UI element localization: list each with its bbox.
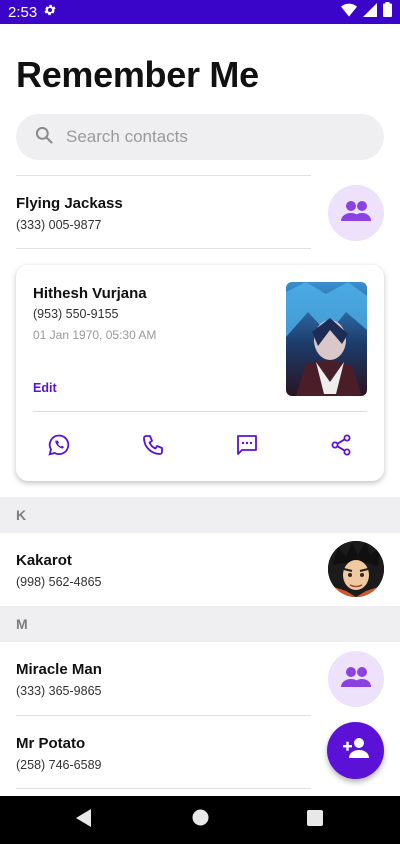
- share-icon: [329, 433, 353, 462]
- nav-recents-button[interactable]: [303, 808, 327, 832]
- settings-gear-icon: [43, 3, 57, 21]
- contact-phone: (998) 562-4865: [16, 575, 102, 589]
- contact-name: Miracle Man: [16, 661, 102, 678]
- message-icon: [235, 433, 259, 462]
- add-contact-button[interactable]: [327, 722, 384, 779]
- list-divider: [16, 788, 311, 789]
- section-header-k: K: [0, 497, 400, 533]
- status-left: 2:53: [8, 3, 57, 21]
- group-icon: [340, 200, 372, 227]
- wifi-icon: [341, 3, 357, 22]
- message-button[interactable]: [229, 429, 265, 465]
- add-person-icon: [342, 737, 369, 764]
- recents-square-icon: [307, 809, 323, 831]
- list-divider: [16, 248, 311, 249]
- card-contact-phone: (953) 550-9155: [33, 307, 119, 321]
- card-contact-name: Hithesh Vurjana: [33, 285, 147, 302]
- contact-avatar: [328, 651, 384, 707]
- contact-phone: (333) 005-9877: [16, 218, 102, 232]
- edit-button[interactable]: Edit: [33, 381, 57, 395]
- search-icon: [34, 125, 54, 150]
- status-time: 2:53: [8, 3, 38, 21]
- contact-phone: (333) 365-9865: [16, 684, 102, 698]
- home-circle-icon: [192, 809, 209, 831]
- card-divider: [33, 411, 367, 412]
- call-button[interactable]: [135, 429, 171, 465]
- contact-avatar: [328, 185, 384, 241]
- contact-name: Kakarot: [16, 552, 72, 569]
- phone-icon: [141, 433, 165, 462]
- status-bar: 2:53: [0, 0, 400, 24]
- contact-row-kakarot[interactable]: Kakarot (998) 562-4865: [0, 533, 400, 605]
- card-contact-date: 01 Jan 1970, 05:30 AM: [33, 328, 157, 342]
- contact-name: Mr Potato: [16, 735, 86, 752]
- system-nav-bar: [0, 796, 400, 844]
- status-right: [341, 2, 392, 22]
- nav-back-button[interactable]: [72, 808, 96, 832]
- contact-phone: (258) 746-6589: [16, 758, 102, 772]
- search-bar[interactable]: [16, 114, 384, 160]
- contact-name: Flying Jackass: [16, 195, 123, 212]
- share-button[interactable]: [323, 429, 359, 465]
- page-title: Remember Me: [16, 54, 259, 95]
- contact-row-miracle-man[interactable]: Miracle Man (333) 365-9865: [0, 642, 400, 714]
- card-actions: [16, 429, 384, 465]
- group-icon: [340, 666, 372, 693]
- nav-home-button[interactable]: [188, 808, 212, 832]
- section-header-m: M: [0, 606, 400, 642]
- expanded-contact-card[interactable]: Hithesh Vurjana (953) 550-9155 01 Jan 19…: [16, 265, 384, 481]
- cell-signal-icon: [363, 2, 377, 22]
- search-input[interactable]: [66, 127, 356, 147]
- contact-photo: [286, 282, 367, 396]
- contact-avatar-photo: [328, 541, 384, 597]
- whatsapp-button[interactable]: [41, 429, 77, 465]
- contact-row-flying-jackass[interactable]: Flying Jackass (333) 005-9877: [0, 176, 400, 248]
- whatsapp-icon: [47, 433, 71, 462]
- back-triangle-icon: [76, 808, 92, 832]
- battery-icon: [383, 2, 392, 22]
